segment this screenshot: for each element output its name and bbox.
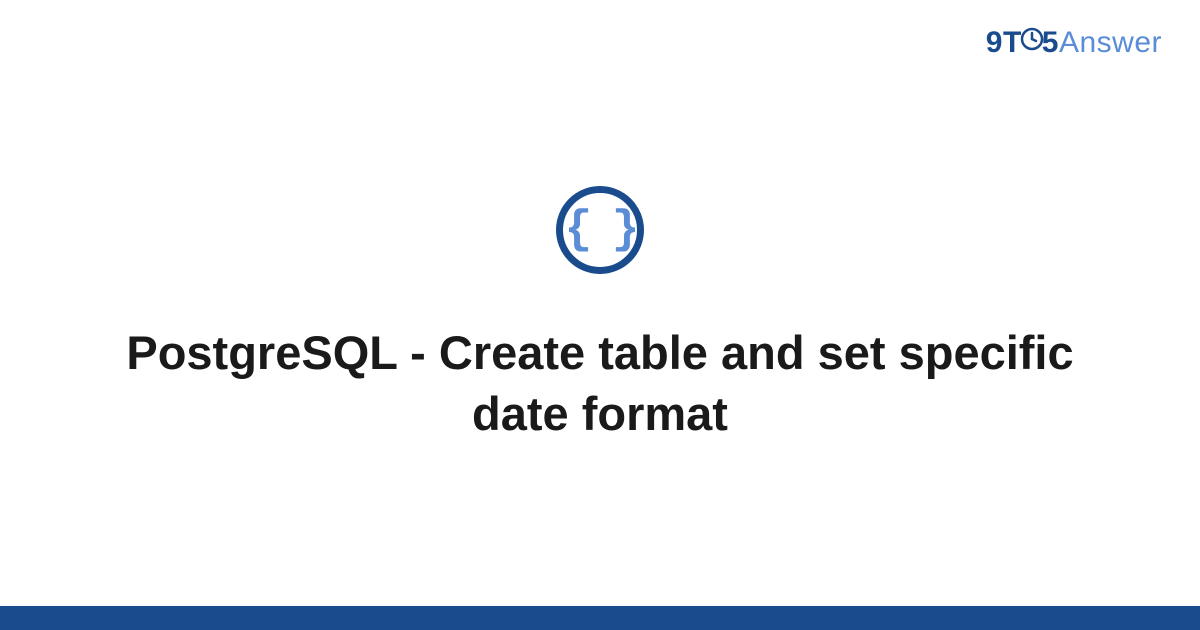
code-braces-icon: { } [565, 207, 636, 253]
footer-bar [0, 606, 1200, 630]
page-title: PostgreSQL - Create table and set specif… [100, 322, 1100, 444]
main-content: { } PostgreSQL - Create table and set sp… [0, 0, 1200, 630]
category-icon: { } [556, 186, 644, 274]
